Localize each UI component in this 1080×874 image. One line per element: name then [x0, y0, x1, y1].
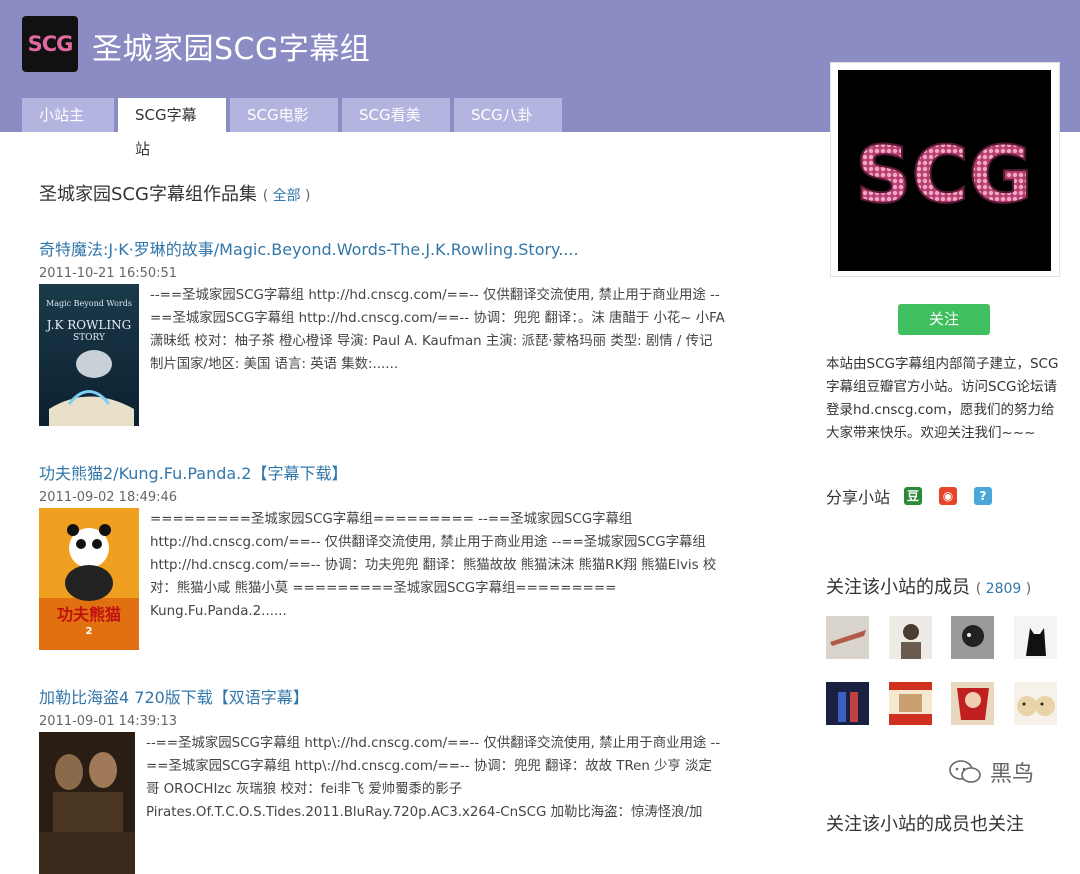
item-date: 2011-09-01 14:39:13: [39, 714, 178, 729]
paren-open: (: [262, 188, 273, 204]
list-item: 奇特魔法:J·K·罗琳的故事/Magic.Beyond.Words-The.J.…: [39, 236, 729, 426]
tab-us-tv[interactable]: SCG看美剧: [342, 98, 450, 158]
svg-text:2: 2: [86, 626, 93, 637]
all-link[interactable]: 全部: [273, 188, 301, 204]
site-cover-frame: SCG: [830, 62, 1060, 277]
paren-close: ): [300, 188, 311, 204]
member-avatar[interactable]: [1014, 682, 1057, 725]
site-title[interactable]: 圣城家园SCG字幕组: [92, 24, 370, 68]
paren-open: (: [975, 581, 986, 597]
member-avatar[interactable]: [951, 616, 994, 659]
panda-poster-thumbnail[interactable]: 功夫熊猫 2: [39, 508, 139, 650]
works-section: 圣城家园SCG字幕组作品集 ( 全部 ) 奇特魔法:J·K·罗琳的故事/Magi…: [39, 180, 729, 874]
item-date: 2011-09-02 18:49:46: [39, 490, 178, 505]
member-avatar[interactable]: [889, 682, 932, 725]
logo-text: SCG: [27, 32, 74, 56]
member-avatar[interactable]: [889, 616, 932, 659]
item-summary: =========圣城家园SCG字幕组========= --==圣城家园SCG…: [150, 512, 717, 619]
watermark: 黑鸟: [948, 756, 1034, 788]
item-summary: --==圣城家园SCG字幕组 http\://hd.cnscg.com/==--…: [146, 736, 721, 820]
qzone-icon[interactable]: ?: [974, 487, 993, 505]
section-heading: 圣城家园SCG字幕组作品集: [39, 184, 257, 205]
member-avatar[interactable]: [826, 616, 869, 659]
all-link-wrap: ( 全部 ): [263, 188, 311, 204]
members-heading: 关注该小站的成员: [826, 577, 970, 598]
svg-text:Magic Beyond Words: Magic Beyond Words: [46, 299, 132, 308]
site-logo[interactable]: SCG: [22, 16, 78, 72]
share-label: 分享小站: [826, 488, 891, 507]
wechat-icon: [949, 760, 981, 783]
section-title: 圣城家园SCG字幕组作品集 ( 全部 ): [39, 180, 729, 206]
item-title-link[interactable]: 加勒比海盗4 720版下载【双语字幕】: [39, 684, 729, 708]
book-cover-thumbnail[interactable]: Magic Beyond Words J.K ROWLING STORY: [39, 284, 139, 426]
member-avatar[interactable]: [826, 682, 869, 725]
tab-gossip[interactable]: SCG八卦街: [454, 98, 562, 158]
site-cover-image: SCG: [838, 70, 1051, 271]
item-date: 2011-10-21 16:50:51: [39, 266, 178, 281]
scg-cover-logo: SCG: [854, 130, 1033, 222]
svg-text:SCG: SCG: [855, 131, 1032, 221]
members-count-wrap: ( 2809 ): [976, 581, 1031, 597]
paren-close: ): [1021, 581, 1032, 597]
list-item: 功夫熊猫2/Kung.Fu.Panda.2【字幕下载】 2011-09-02 1…: [39, 460, 729, 650]
nav-tabs: 小站主页 SCG字幕站 SCG电影院 SCG看美剧 SCG八卦街: [22, 98, 566, 158]
member-avatar[interactable]: [1014, 616, 1057, 659]
members-count-link[interactable]: 2809: [986, 581, 1022, 597]
svg-text:J.K ROWLING: J.K ROWLING: [45, 318, 131, 332]
tab-subtitles[interactable]: SCG字幕站: [118, 98, 226, 158]
list-item: 加勒比海盗4 720版下载【双语字幕】 2011-09-01 14:39:13 …: [39, 684, 729, 874]
watermark-text: 黑鸟: [990, 762, 1035, 787]
also-follow-title: 关注该小站的成员也关注: [826, 814, 1024, 835]
pirates-poster-thumbnail[interactable]: [39, 732, 135, 874]
member-avatar[interactable]: [951, 682, 994, 725]
item-title-link[interactable]: 奇特魔法:J·K·罗琳的故事/Magic.Beyond.Words-The.J.…: [39, 236, 729, 260]
weibo-icon[interactable]: ◉: [939, 487, 958, 505]
share-row: 分享小站 豆 ◉ ?: [826, 484, 1009, 508]
tab-home[interactable]: 小站主页: [22, 98, 114, 158]
douban-icon[interactable]: 豆: [904, 487, 923, 505]
svg-text:功夫熊猫: 功夫熊猫: [57, 605, 121, 624]
tab-cinema[interactable]: SCG电影院: [230, 98, 338, 158]
svg-text:STORY: STORY: [73, 333, 106, 343]
item-summary: --==圣城家园SCG字幕组 http://hd.cnscg.com/==-- …: [150, 288, 725, 372]
follow-button[interactable]: 关注: [898, 304, 990, 335]
members-title: 关注该小站的成员 ( 2809 ): [826, 573, 1031, 599]
item-title-link[interactable]: 功夫熊猫2/Kung.Fu.Panda.2【字幕下载】: [39, 460, 729, 484]
site-intro: 本站由SCG字幕组内部简子建立，SCG字幕组豆瓣官方小站。访问SCG论坛请登录h…: [826, 356, 1059, 441]
